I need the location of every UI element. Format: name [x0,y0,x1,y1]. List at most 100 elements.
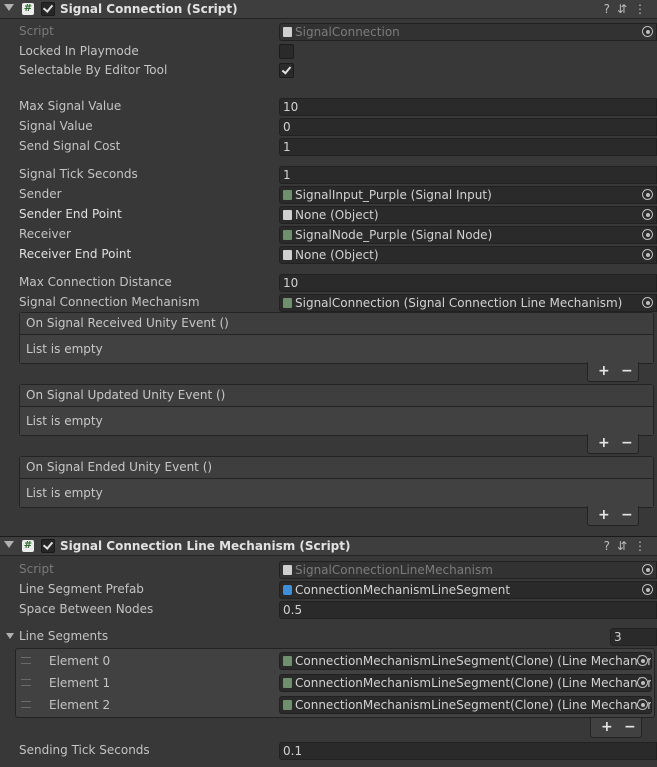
line-segments-row[interactable]: Line Segments 3 [0,628,657,646]
remove-button[interactable]: − [621,434,633,453]
object-picker-icon [642,564,653,575]
component-object-icon [283,656,292,666]
remove-button[interactable]: − [624,718,636,737]
remove-button[interactable]: − [621,362,633,381]
line-segments-label: Line Segments [19,629,109,643]
signal-connection-mechanism-label: Signal Connection Mechanism [19,295,200,309]
receiver-field[interactable]: SignalNode_Purple (Signal Node) [279,226,657,244]
script-label: Script [19,562,54,576]
prefab-cube-icon [283,585,292,595]
signal-tick-seconds-label: Signal Tick Seconds [19,167,138,181]
send-signal-cost-field[interactable]: 1 [279,138,657,156]
add-button[interactable]: + [601,718,613,737]
element-field[interactable]: ConnectionMechanismLineSegment(Clone) (L… [279,674,652,692]
signal-connection-header[interactable]: # Signal Connection (Script) ?⇵⋮ [0,0,657,19]
object-picker-icon[interactable] [637,677,648,688]
remove-button[interactable]: − [621,506,633,525]
selectable-by-editor-tool-label: Selectable By Editor Tool [19,63,168,77]
script-label: Script [19,24,54,38]
foldout-arrow-icon[interactable] [6,633,14,639]
element-field[interactable]: ConnectionMechanismLineSegment(Clone) (L… [279,696,652,714]
element-label: Element 1 [49,676,111,690]
script-asset-icon [283,565,292,575]
object-picker-icon[interactable] [642,297,653,308]
presets-icon[interactable]: ⇵ [617,2,634,16]
component-object-icon [283,190,292,200]
more-menu-icon[interactable]: ⋮ [634,2,653,16]
locked-in-playmode-checkbox[interactable] [279,44,294,59]
script-asset-icon [283,27,292,37]
sender-end-point-row: Sender End Point None (Object) [0,206,657,224]
space-between-nodes-row: Space Between Nodes 0.5 [0,601,657,619]
object-icon [283,210,292,220]
sender-end-point-label: Sender End Point [19,207,122,221]
object-picker-icon [642,26,653,37]
element-field[interactable]: ConnectionMechanismLineSegment(Clone) (L… [279,652,652,670]
sender-row: Sender SignalInput_Purple (Signal Input) [0,186,657,204]
script-field: SignalConnectionLineMechanism [279,561,657,579]
drag-handle-icon[interactable] [21,701,31,708]
sending-tick-seconds-field[interactable]: 0.1 [279,742,657,760]
line-segment-prefab-field[interactable]: ConnectionMechanismLineSegment [279,581,657,599]
receiver-end-point-label: Receiver End Point [19,247,132,261]
sender-end-point-field[interactable]: None (Object) [279,206,657,224]
element-label: Element 0 [49,654,111,668]
line-mechanism-header[interactable]: # Signal Connection Line Mechanism (Scri… [0,536,657,556]
locked-in-playmode-row: Locked In Playmode [0,43,657,61]
foldout-arrow-icon[interactable] [4,541,14,548]
max-signal-value-label: Max Signal Value [19,99,122,113]
space-between-nodes-field[interactable]: 0.5 [279,601,657,619]
max-signal-value-field[interactable]: 10 [279,98,657,116]
object-picker-icon[interactable] [637,699,648,710]
space-between-nodes-label: Space Between Nodes [19,602,154,616]
drag-handle-icon[interactable] [21,657,31,664]
object-picker-icon[interactable] [642,209,653,220]
on-signal-received-event: On Signal Received Unity Event () List i… [19,312,654,364]
add-button[interactable]: + [598,434,610,453]
receiver-label: Receiver [19,227,71,241]
signal-value-row: Signal Value 0 [0,118,657,136]
add-button[interactable]: + [598,362,610,381]
object-picker-icon[interactable] [642,189,653,200]
help-icon[interactable]: ? [604,539,617,553]
add-button[interactable]: + [598,506,610,525]
selectable-by-editor-tool-checkbox[interactable] [279,63,294,78]
max-connection-distance-field[interactable]: 10 [279,274,657,292]
send-signal-cost-label: Send Signal Cost [19,139,121,153]
object-picker-icon[interactable] [642,249,653,260]
object-picker-icon[interactable] [642,229,653,240]
receiver-row: Receiver SignalNode_Purple (Signal Node) [0,226,657,244]
receiver-end-point-row: Receiver End Point None (Object) [0,246,657,264]
object-icon [283,250,292,260]
line-segments-list: Element 0 ConnectionMechanismLineSegment… [15,648,655,718]
component-enabled-toggle[interactable] [41,539,55,553]
element-label: Element 2 [49,698,111,712]
signal-connection-mechanism-row: Signal Connection Mechanism SignalConnec… [0,294,657,312]
component-enabled-toggle[interactable] [41,2,55,16]
presets-icon[interactable]: ⇵ [617,539,634,553]
line-segment-prefab-label: Line Segment Prefab [19,582,144,596]
more-menu-icon[interactable]: ⋮ [634,539,653,553]
foldout-arrow-icon[interactable] [4,4,14,11]
help-icon[interactable]: ? [604,2,617,16]
signal-value-label: Signal Value [19,119,93,133]
drag-handle-icon[interactable] [21,679,31,686]
on-signal-ended-event: On Signal Ended Unity Event () List is e… [19,456,654,508]
component-object-icon [283,230,292,240]
object-picker-icon[interactable] [642,584,653,595]
event-title: On Signal Received Unity Event () [20,313,653,335]
event-empty-text: List is empty [20,479,653,507]
signal-connection-mechanism-field[interactable]: SignalConnection (Signal Connection Line… [279,294,657,312]
list-size-field[interactable]: 3 [610,628,657,646]
selectable-by-editor-tool-row: Selectable By Editor Tool [0,62,657,80]
object-picker-icon[interactable] [637,655,648,666]
signal-tick-seconds-field[interactable]: 1 [279,166,657,184]
sender-field[interactable]: SignalInput_Purple (Signal Input) [279,186,657,204]
sending-tick-seconds-row: Sending Tick Seconds 0.1 [0,742,657,760]
event-list-buttons: + − [587,506,639,526]
event-empty-text: List is empty [20,335,653,363]
max-connection-distance-row: Max Connection Distance 10 [0,274,657,292]
signal-value-field[interactable]: 0 [279,118,657,136]
receiver-end-point-field[interactable]: None (Object) [279,246,657,264]
component-object-icon [283,700,292,710]
